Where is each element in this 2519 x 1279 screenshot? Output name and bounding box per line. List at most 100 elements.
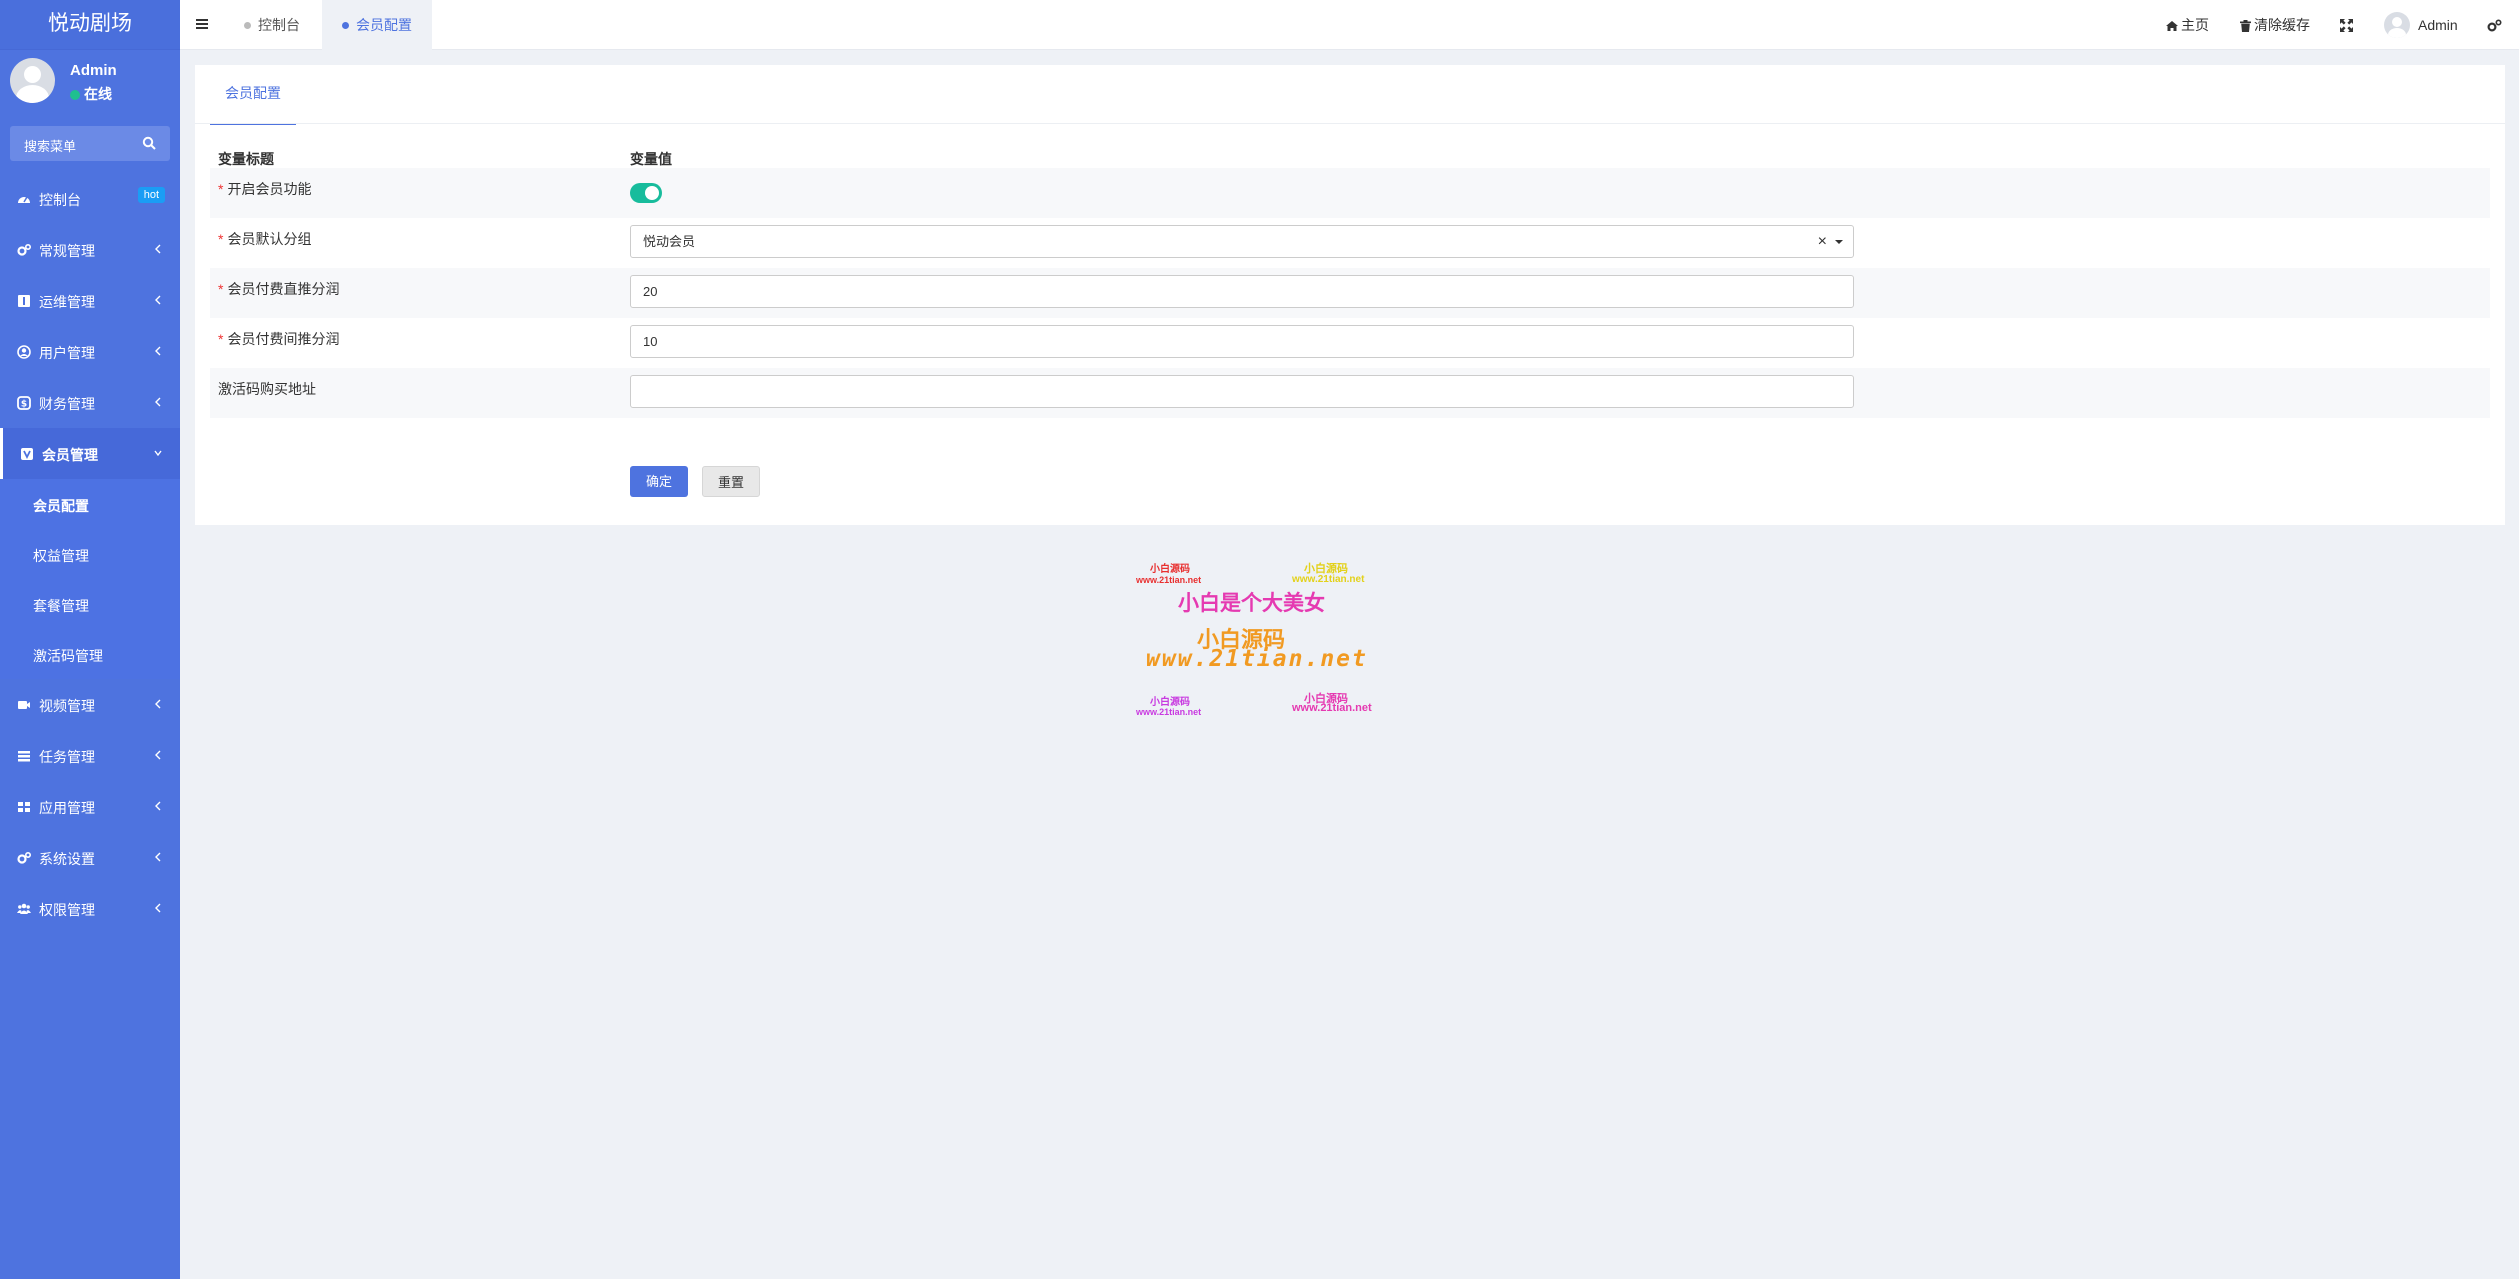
watermark-url: www.21tian.net bbox=[1136, 707, 1202, 717]
chevron-left-icon bbox=[155, 295, 161, 305]
cogs-icon bbox=[17, 852, 31, 864]
search-icon[interactable] bbox=[142, 136, 156, 150]
video-icon bbox=[18, 701, 30, 709]
server-icon bbox=[18, 295, 30, 307]
direct-commission-input[interactable]: 20 bbox=[630, 275, 1854, 308]
user-panel: Admin 在线 bbox=[0, 58, 180, 110]
chevron-left-icon bbox=[155, 852, 161, 862]
avatar bbox=[10, 58, 55, 103]
tasks-icon bbox=[18, 751, 30, 762]
table-row: * 开启会员功能 bbox=[210, 168, 2490, 218]
sidebar-subitem-activation-codes[interactable]: 激活码管理 bbox=[0, 629, 180, 679]
menu-toggle-icon[interactable] bbox=[196, 18, 208, 30]
watermark-text: 小白源码 bbox=[1150, 564, 1190, 575]
hot-badge: hot bbox=[137, 187, 165, 203]
sidebar-item-apps[interactable]: 应用管理 bbox=[0, 781, 180, 832]
clear-cache-button[interactable]: 清除缓存 bbox=[2240, 0, 2310, 50]
home-icon bbox=[2166, 21, 2178, 31]
fullscreen-button[interactable] bbox=[2340, 0, 2356, 50]
sidebar-item-ops[interactable]: 运维管理 bbox=[0, 275, 180, 326]
sidebar-item-system-settings[interactable]: 系统设置 bbox=[0, 832, 180, 883]
required-mark: * bbox=[218, 281, 224, 297]
sidebar-item-finance[interactable]: $ 财务管理 bbox=[0, 377, 180, 428]
watermark-url: www.21tian.net bbox=[1136, 575, 1202, 585]
watermark-slogan: 小白是个大美女 bbox=[1178, 592, 1325, 615]
fullscreen-icon bbox=[2340, 19, 2353, 32]
home-link[interactable]: 主页 bbox=[2166, 0, 2209, 50]
watermark-text: 小白源码 bbox=[1150, 697, 1190, 708]
app-logo[interactable]: 悦动剧场 bbox=[0, 0, 180, 50]
submit-button[interactable]: 确定 bbox=[630, 466, 688, 497]
caret-down-icon[interactable] bbox=[1835, 240, 1843, 244]
required-mark: * bbox=[218, 331, 224, 347]
sidebar-item-users[interactable]: 用户管理 bbox=[0, 326, 180, 377]
user-circle-icon bbox=[17, 345, 31, 359]
search-placeholder: 搜索菜单 bbox=[24, 139, 77, 154]
tab-dashboard[interactable]: 控制台 bbox=[244, 0, 300, 50]
tab-member-config[interactable]: 会员配置 bbox=[322, 0, 432, 50]
user-menu[interactable]: Admin bbox=[2384, 0, 2458, 50]
table-row: 激活码购买地址 bbox=[210, 368, 2490, 418]
chevron-left-icon bbox=[155, 346, 161, 356]
sidebar-subitem-member-config[interactable]: 会员配置 bbox=[0, 479, 180, 529]
chevron-left-icon bbox=[155, 801, 161, 811]
table-row: * 会员默认分组 悦动会员 × bbox=[210, 218, 2490, 268]
dashboard-icon bbox=[18, 196, 30, 203]
chevron-left-icon bbox=[155, 903, 161, 913]
money-icon: $ bbox=[17, 396, 31, 410]
watermark-site: www.21tian.net bbox=[1146, 646, 1368, 672]
required-mark: * bbox=[218, 181, 224, 197]
menu-search-input[interactable]: 搜索菜单 bbox=[10, 126, 170, 161]
members-submenu: 会员配置 权益管理 套餐管理 激活码管理 bbox=[0, 479, 180, 679]
chevron-left-icon bbox=[155, 750, 161, 760]
tab-dot-icon bbox=[244, 22, 251, 29]
table-row: * 会员付费间推分润 10 bbox=[210, 318, 2490, 368]
user-name: Admin bbox=[70, 62, 117, 79]
sidebar-subitem-benefits[interactable]: 权益管理 bbox=[0, 529, 180, 579]
user-status: 在线 bbox=[70, 84, 112, 104]
tab-dot-icon bbox=[342, 22, 349, 29]
row-label: 激活码购买地址 bbox=[218, 381, 316, 397]
member-enable-toggle[interactable] bbox=[630, 183, 662, 203]
cogs-icon bbox=[2487, 19, 2502, 32]
trash-icon bbox=[2240, 20, 2251, 32]
row-label: * 会员默认分组 bbox=[218, 231, 312, 247]
table-row: * 会员付费直推分润 20 bbox=[210, 268, 2490, 318]
row-label: * 会员付费间推分润 bbox=[218, 331, 340, 347]
chevron-left-icon bbox=[155, 244, 161, 254]
apps-icon bbox=[18, 802, 30, 812]
avatar bbox=[2384, 12, 2410, 38]
sidebar-item-permissions[interactable]: 权限管理 bbox=[0, 883, 180, 934]
sidebar-menu: 控制台 hot 常规管理 运维管理 用户管理 $ 财务管理 会员管理 会员配置 … bbox=[0, 173, 180, 934]
watermark-url: www.21tian.net bbox=[1292, 702, 1372, 714]
row-label: * 会员付费直推分润 bbox=[218, 281, 340, 297]
config-panel: 会员配置 变量标题 变量值 * 开启会员功能 * 会员默认分组 悦动会员 × * 会员… bbox=[195, 65, 2505, 525]
divider bbox=[195, 123, 2505, 124]
chevron-down-icon bbox=[154, 450, 162, 457]
row-label: * 开启会员功能 bbox=[218, 181, 312, 197]
watermark-url: www.21tian.net bbox=[1292, 574, 1365, 585]
cogs-icon bbox=[17, 244, 31, 256]
column-header-title: 变量标题 bbox=[218, 151, 274, 167]
online-dot-icon bbox=[70, 90, 80, 100]
sidebar-item-members[interactable]: 会员管理 bbox=[0, 428, 180, 479]
tab-member-config-panel[interactable]: 会员配置 bbox=[210, 65, 296, 125]
reset-button[interactable]: 重置 bbox=[702, 466, 760, 497]
chevron-left-icon bbox=[155, 397, 161, 407]
sidebar-item-videos[interactable]: 视频管理 bbox=[0, 679, 180, 730]
sidebar-item-tasks[interactable]: 任务管理 bbox=[0, 730, 180, 781]
clear-icon[interactable]: × bbox=[1818, 226, 1827, 257]
activation-url-input[interactable] bbox=[630, 375, 1854, 408]
vip-icon bbox=[21, 448, 33, 460]
topbar: 控制台 会员配置 主页 清除缓存 Admin bbox=[180, 0, 2519, 50]
required-mark: * bbox=[218, 231, 224, 247]
svg-text:$: $ bbox=[21, 400, 27, 410]
sidebar-subitem-packages[interactable]: 套餐管理 bbox=[0, 579, 180, 629]
settings-button[interactable] bbox=[2487, 0, 2505, 50]
indirect-commission-input[interactable]: 10 bbox=[630, 325, 1854, 358]
sidebar-item-general[interactable]: 常规管理 bbox=[0, 224, 180, 275]
chevron-left-icon bbox=[155, 699, 161, 709]
default-group-select[interactable]: 悦动会员 × bbox=[630, 225, 1854, 258]
sidebar-item-dashboard[interactable]: 控制台 hot bbox=[0, 173, 180, 224]
group-icon bbox=[17, 903, 31, 914]
